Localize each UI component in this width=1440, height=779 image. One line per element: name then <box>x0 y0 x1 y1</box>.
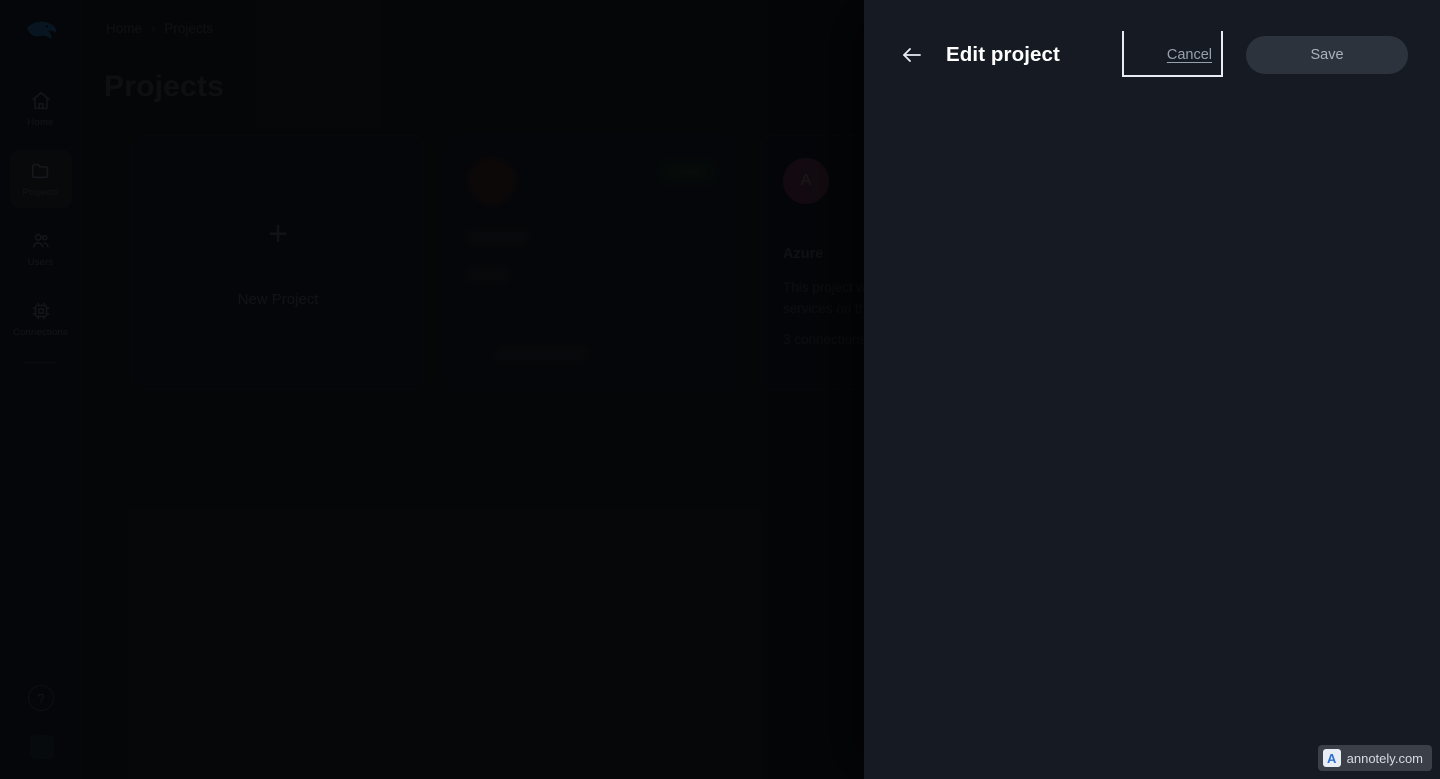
annotation-rectangle <box>1122 31 1223 77</box>
watermark-badge: A annotely.com <box>1317 745 1432 771</box>
panel-title: Edit project <box>946 43 1060 66</box>
arrow-left-icon[interactable] <box>900 43 924 67</box>
watermark-text: annotely.com <box>1346 750 1423 766</box>
annotely-logo-icon: A <box>1322 749 1341 767</box>
edit-project-panel: Edit project Cancel Save Project Name Pr… <box>864 0 1440 779</box>
save-button[interactable]: Save <box>1246 36 1408 74</box>
app-root: Home Projects <box>0 0 1440 779</box>
